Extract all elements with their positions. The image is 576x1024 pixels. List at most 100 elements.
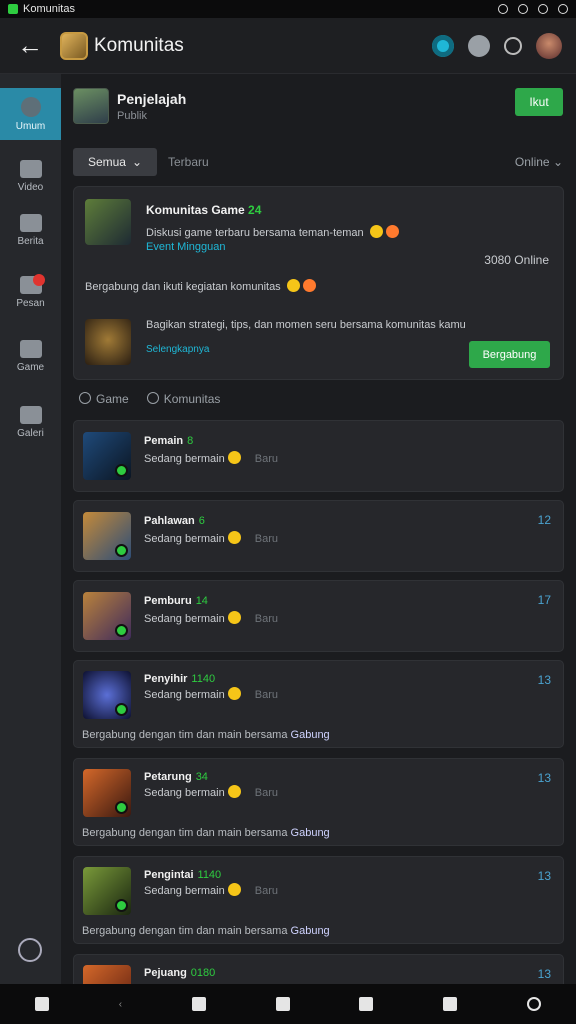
emoji-icon bbox=[227, 531, 241, 544]
list-item[interactable]: Pengintai 1140 Sedang bermain Baru 13 Berg… bbox=[73, 856, 564, 944]
book-icon[interactable] bbox=[359, 997, 374, 1011]
help-icon[interactable] bbox=[527, 997, 542, 1011]
item-meta: Sedang bermain Baru bbox=[144, 687, 278, 701]
item-desc-text: Bergabung dengan tim dan main bersama bbox=[82, 729, 288, 741]
sidebar-item-pesan[interactable]: Pesan bbox=[0, 266, 61, 318]
item-meta-text: Sedang bermain bbox=[144, 885, 225, 897]
game-thumbnail bbox=[83, 965, 131, 984]
page-subtitle: Publik bbox=[117, 110, 147, 122]
filter-select[interactable]: Semua ⌄ bbox=[73, 148, 157, 176]
app-bar: ← Komunitas bbox=[0, 18, 576, 74]
item-name-text: Petarung bbox=[144, 771, 192, 783]
item-count: 13 bbox=[537, 967, 551, 981]
featured-title: Komunitas Game 24 bbox=[146, 203, 261, 217]
item-desc-link[interactable]: Gabung bbox=[291, 827, 330, 839]
list-item[interactable]: Pemain 8 Sedang bermain Baru bbox=[73, 420, 564, 492]
item-name: Petarung 34 bbox=[144, 771, 208, 783]
item-desc-text: Bergabung dengan tim dan main bersama bbox=[82, 925, 288, 937]
item-name-text: Pejuang bbox=[144, 967, 187, 979]
filter-bar: Semua ⌄ Terbaru Online ⌄ bbox=[73, 148, 563, 176]
featured-thumbnail bbox=[85, 199, 131, 245]
video-icon bbox=[19, 159, 42, 178]
wifi-icon bbox=[518, 4, 528, 14]
emoji-icon bbox=[227, 785, 241, 798]
emoji-icon bbox=[385, 225, 399, 238]
item-name-text: Penyihir bbox=[144, 673, 188, 685]
status-app-name: Komunitas bbox=[23, 3, 75, 15]
item-meta: Sedang bermain Baru bbox=[144, 611, 278, 625]
power-icon[interactable] bbox=[18, 938, 42, 962]
game-thumbnail bbox=[83, 432, 131, 480]
item-badge: 0180 bbox=[190, 967, 216, 979]
settings-icon[interactable] bbox=[504, 36, 522, 55]
sidebar-item-label: Video bbox=[17, 181, 44, 193]
filter-select-label: Semua bbox=[87, 155, 126, 169]
item-name: Pejuang 0180 bbox=[144, 967, 215, 979]
featured-post[interactable]: Komunitas Game 24 Diskusi game terbaru b… bbox=[73, 186, 564, 380]
sidebar-item-label: Berita bbox=[17, 235, 44, 247]
item-name-text: Pengintai bbox=[144, 869, 194, 881]
avatar[interactable] bbox=[536, 32, 562, 59]
profile-icon[interactable] bbox=[468, 34, 490, 57]
featured-text-2: Bergabung dan ikuti kegiatan komunitas bbox=[85, 279, 316, 293]
item-name-text: Pemburu bbox=[144, 595, 192, 607]
back-nav-icon[interactable]: ‹ bbox=[119, 999, 122, 1010]
list-item[interactable]: Petarung 34 Sedang bermain Baru 13 Bergabu… bbox=[73, 758, 564, 846]
featured-join-button[interactable]: Bergabung bbox=[469, 341, 550, 368]
item-badge: 1140 bbox=[191, 673, 216, 685]
header-actions bbox=[432, 32, 576, 59]
item-badge: 14 bbox=[195, 595, 208, 607]
notification-badge bbox=[33, 274, 45, 286]
featured-text-1: Diskusi game terbaru bersama teman-teman bbox=[146, 227, 364, 239]
sidebar-item-umum[interactable]: Umum bbox=[0, 88, 61, 140]
item-meta-text: Sedang bermain bbox=[144, 787, 225, 799]
signal-icon bbox=[538, 4, 548, 14]
item-meta-text: Sedang bermain bbox=[144, 533, 225, 545]
join-button[interactable]: Ikut bbox=[515, 88, 563, 116]
sidebar-item-label: Umum bbox=[15, 120, 46, 132]
item-meta: Sedang bermain Baru bbox=[144, 883, 278, 897]
featured-description: Bagikan strategi, tips, dan momen seru b… bbox=[146, 319, 466, 331]
list-item[interactable]: Pahlawan 6 Sedang bermain Baru 12 bbox=[73, 500, 564, 572]
emoji-icon bbox=[302, 279, 316, 292]
featured-more-link[interactable]: Selengkapnya bbox=[146, 344, 209, 355]
game-thumbnail bbox=[83, 769, 131, 817]
featured-title-badge: 24 bbox=[248, 203, 262, 217]
tag-item[interactable]: Game bbox=[79, 392, 129, 406]
sidebar-item-galeri[interactable]: Galeri bbox=[0, 396, 61, 448]
list-item[interactable]: Penyihir 1140 Sedang bermain Baru 13 Berga… bbox=[73, 660, 564, 748]
app-title: Komunitas bbox=[94, 34, 184, 56]
item-name: Pahlawan 6 bbox=[144, 515, 205, 527]
item-desc-link[interactable]: Gabung bbox=[291, 925, 330, 937]
game-thumbnail bbox=[83, 592, 131, 640]
emoji-icon bbox=[286, 279, 300, 292]
back-button[interactable]: ← bbox=[0, 18, 60, 74]
list-item[interactable]: Pejuang 0180 13 bbox=[73, 954, 564, 984]
person-icon[interactable] bbox=[443, 997, 458, 1011]
app-status-icon bbox=[8, 4, 18, 14]
battery-icon bbox=[558, 4, 568, 14]
featured-link[interactable]: Event Mingguan bbox=[146, 241, 226, 253]
megaphone-icon bbox=[19, 213, 42, 232]
item-count: 12 bbox=[537, 513, 551, 527]
sidebar-item-video[interactable]: Video bbox=[0, 150, 61, 202]
tab-latest[interactable]: Terbaru bbox=[168, 155, 209, 169]
game-thumbnail bbox=[83, 867, 131, 915]
flag-icon[interactable] bbox=[191, 997, 206, 1011]
home-icon[interactable] bbox=[34, 997, 49, 1011]
verified-icon[interactable] bbox=[432, 34, 454, 57]
item-desc-link[interactable]: Gabung bbox=[291, 729, 330, 741]
list-item[interactable]: Pemburu 14 Sedang bermain Baru 17 bbox=[73, 580, 564, 652]
featured-text-3: Bergabung dan ikuti kegiatan komunitas bbox=[85, 281, 281, 293]
sort-select[interactable]: Online ⌄ bbox=[515, 155, 563, 169]
featured-title-text: Komunitas Game bbox=[146, 203, 245, 217]
emoji-icon bbox=[227, 883, 241, 896]
item-meta-text: Sedang bermain bbox=[144, 453, 225, 465]
tag-item[interactable]: Komunitas bbox=[147, 392, 221, 406]
item-badge: 6 bbox=[198, 515, 205, 527]
recent-apps-icon[interactable] bbox=[275, 997, 290, 1011]
sidebar-item-berita[interactable]: Berita bbox=[0, 204, 61, 256]
item-badge: 34 bbox=[195, 771, 208, 783]
sidebar-item-game[interactable]: Game bbox=[0, 330, 61, 382]
sort-label: Online bbox=[514, 155, 550, 169]
